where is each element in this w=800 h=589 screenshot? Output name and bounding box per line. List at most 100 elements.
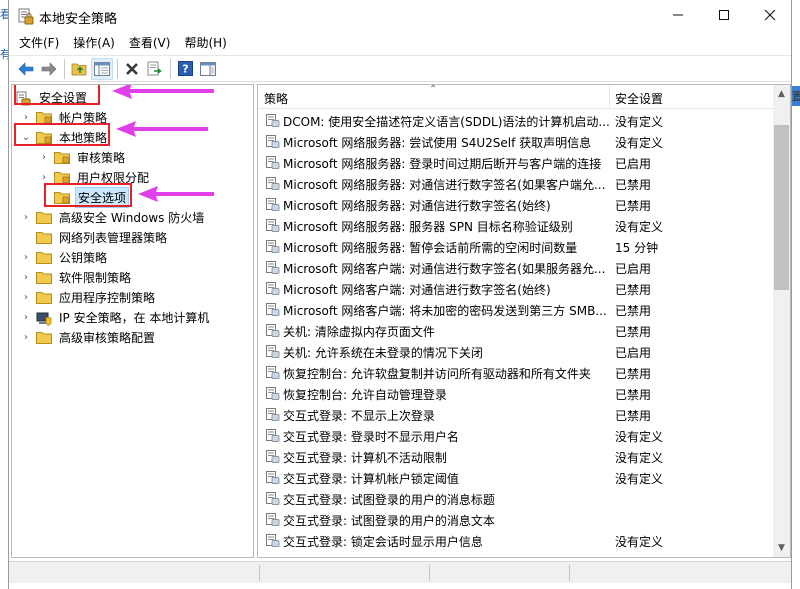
policy-name: 交互式登录: 计算机不活动限制: [283, 451, 447, 465]
help-button[interactable]: ?: [174, 58, 196, 80]
tree-item-application-control[interactable]: › 应用程序控制策略: [20, 287, 157, 307]
table-row[interactable]: 交互式登录: 计算机不活动限制 没有定义: [258, 446, 776, 467]
expand-chevron-icon[interactable]: ›: [20, 211, 32, 223]
tree-label: 高级安全 Windows 防火墙: [59, 210, 205, 225]
folder-icon: [36, 231, 52, 244]
policy-name: Microsoft 网络服务器: 尝试使用 S4U2Self 获取声明信息: [283, 136, 592, 150]
table-row[interactable]: Microsoft 网络服务器: 对通信进行数字签名(如果客户端允... 已禁用: [258, 173, 776, 194]
table-row[interactable]: Microsoft 网络服务器: 暂停会话前所需的空闲时间数量 15 分钟: [258, 236, 776, 257]
scrollbar-thumb[interactable]: [774, 125, 789, 290]
column-divider[interactable]: [609, 85, 610, 109]
export-list-icon: [147, 61, 162, 76]
expand-chevron-icon[interactable]: ›: [20, 291, 32, 303]
tree-item-public-key-policies[interactable]: › 公钥策略: [20, 247, 109, 267]
menu-view[interactable]: 查看(V): [122, 32, 178, 54]
table-row[interactable]: 交互式登录: 登录时不显示用户名 没有定义: [258, 425, 776, 446]
toolbar-separator: [117, 58, 118, 79]
table-row[interactable]: DCOM: 使用安全描述符定义语言(SDDL)语法的计算机启动... 没有定义: [258, 110, 776, 131]
show-action-pane-button[interactable]: [197, 58, 219, 80]
up-one-level-button[interactable]: [68, 58, 90, 80]
title-bar: 本地安全策略: [9, 0, 791, 32]
expand-chevron-icon[interactable]: ›: [38, 171, 50, 183]
table-row[interactable]: Microsoft 网络服务器: 尝试使用 S4U2Self 获取声明信息 没有定…: [258, 131, 776, 152]
table-row[interactable]: 恢复控制台: 允许软盘复制并访问所有驱动器和所有文件夹 已禁用: [258, 362, 776, 383]
policy-name: Microsoft 网络服务器: 服务器 SPN 目标名称验证级别: [283, 220, 573, 234]
menu-help[interactable]: 帮助(H): [177, 32, 233, 54]
bg-text-fragment: 置: [792, 90, 800, 103]
show-hide-console-tree-button[interactable]: [91, 57, 113, 80]
maximize-icon: [719, 10, 729, 20]
table-row[interactable]: Microsoft 网络客户端: 将未加密的密码发送到第三方 SMB... 已禁用: [258, 299, 776, 320]
scroll-down-arrow-icon[interactable]: ▼: [773, 541, 790, 555]
table-row[interactable]: 恢复控制台: 允许自动管理登录 已禁用: [258, 383, 776, 404]
policy-name: 关机: 允许系统在未登录的情况下关闭: [283, 346, 483, 360]
table-row[interactable]: Microsoft 网络客户端: 对通信进行数字签名(始终) 已禁用: [258, 278, 776, 299]
scroll-up-arrow-icon[interactable]: ▲: [773, 87, 790, 101]
policy-item-icon: [266, 282, 280, 295]
policy-item-icon: [266, 240, 280, 253]
table-row[interactable]: Microsoft 网络服务器: 服务器 SPN 目标名称验证级别 没有定义: [258, 215, 776, 236]
folder-icon: [36, 331, 52, 344]
policy-setting-value: 没有定义: [615, 472, 664, 486]
table-row[interactable]: 关机: 清除虚拟内存页面文件 已禁用: [258, 320, 776, 341]
policy-setting-value: 已启用: [615, 262, 652, 276]
tree-label: 审核策略: [77, 150, 126, 165]
table-row[interactable]: 交互式登录: 试图登录的用户的消息文本: [258, 509, 776, 530]
tree-item-windows-firewall[interactable]: › 高级安全 Windows 防火墙: [20, 207, 206, 227]
maximize-button[interactable]: [701, 0, 747, 30]
column-header-security-setting[interactable]: 安全设置: [615, 90, 663, 107]
tree-item-ip-security[interactable]: › IP 安全策略，在 本地计算机: [20, 307, 211, 327]
policy-setting-value: 已禁用: [615, 199, 652, 213]
policy-name: 恢复控制台: 允许软盘复制并访问所有驱动器和所有文件夹: [283, 367, 591, 381]
back-button[interactable]: [15, 58, 37, 80]
forward-button[interactable]: [38, 58, 60, 80]
expand-chevron-icon[interactable]: ›: [38, 151, 50, 163]
policy-setting-value: 已启用: [615, 157, 652, 171]
policy-item-icon: [266, 429, 280, 442]
expand-chevron-icon[interactable]: ›: [20, 271, 32, 283]
folder-icon: [36, 251, 52, 264]
policy-item-icon: [266, 471, 280, 484]
table-row[interactable]: 交互式登录: 试图登录的用户的消息标题: [258, 488, 776, 509]
table-row[interactable]: Microsoft 网络服务器: 登录时间过期后断开与客户端的连接 已启用: [258, 152, 776, 173]
table-row[interactable]: 关机: 允许系统在未登录的情况下关闭 已启用: [258, 341, 776, 362]
forward-arrow-icon: [41, 61, 57, 76]
expand-chevron-icon[interactable]: ›: [20, 251, 32, 263]
policy-item-icon: [266, 156, 280, 169]
policy-setting-value: 已启用: [615, 346, 652, 360]
menu-action[interactable]: 操作(A): [66, 32, 122, 54]
annotation-box-security-options: [44, 183, 132, 207]
back-arrow-icon: [18, 61, 34, 76]
policy-name: DCOM: 使用安全描述符定义语言(SDDL)语法的计算机启动...: [283, 115, 609, 129]
expand-chevron-icon[interactable]: ›: [20, 111, 32, 123]
menu-file[interactable]: 文件(F): [9, 32, 66, 54]
table-row[interactable]: Microsoft 网络服务器: 对通信进行数字签名(始终) 已禁用: [258, 194, 776, 215]
folder-icon: [36, 271, 52, 284]
policy-item-icon: [266, 387, 280, 400]
column-header-policy[interactable]: 策略: [264, 90, 288, 107]
policy-setting-value: 没有定义: [615, 220, 664, 234]
table-row[interactable]: Microsoft 网络客户端: 对通信进行数字签名(如果服务器允... 已启用: [258, 257, 776, 278]
policy-name: Microsoft 网络客户端: 对通信进行数字签名(始终): [283, 283, 551, 297]
policy-item-icon: [266, 114, 280, 127]
tree-item-software-restriction[interactable]: › 软件限制策略: [20, 267, 133, 287]
background-window-strip: 看 有: [0, 0, 11, 589]
minimize-button[interactable]: [655, 0, 701, 30]
table-row[interactable]: 交互式登录: 计算机帐户锁定阈值 没有定义: [258, 467, 776, 488]
tree-label: IP 安全策略，在 本地计算机: [59, 310, 210, 325]
close-button[interactable]: [747, 0, 793, 30]
annotation-box-local-policies: [14, 123, 110, 146]
expand-chevron-icon[interactable]: ›: [20, 331, 32, 343]
policy-item-icon: [266, 345, 280, 358]
tree-item-audit-policy[interactable]: › 审核策略: [38, 147, 127, 167]
delete-button[interactable]: [121, 58, 143, 80]
policy-name: 交互式登录: 不显示上次登录: [283, 409, 435, 423]
vertical-scrollbar[interactable]: ▲ ▼: [773, 85, 790, 557]
table-row[interactable]: 交互式登录: 不显示上次登录 已禁用: [258, 404, 776, 425]
table-row[interactable]: 交互式登录: 锁定会话时显示用户信息 没有定义: [258, 530, 776, 551]
tree-item-advanced-audit[interactable]: › 高级审核策略配置: [20, 327, 157, 347]
tree-item-network-list-manager[interactable]: 网络列表管理器策略: [20, 227, 169, 247]
expand-chevron-icon[interactable]: ›: [20, 311, 32, 323]
export-list-button[interactable]: [144, 58, 166, 80]
status-bar-divider: [569, 565, 570, 581]
